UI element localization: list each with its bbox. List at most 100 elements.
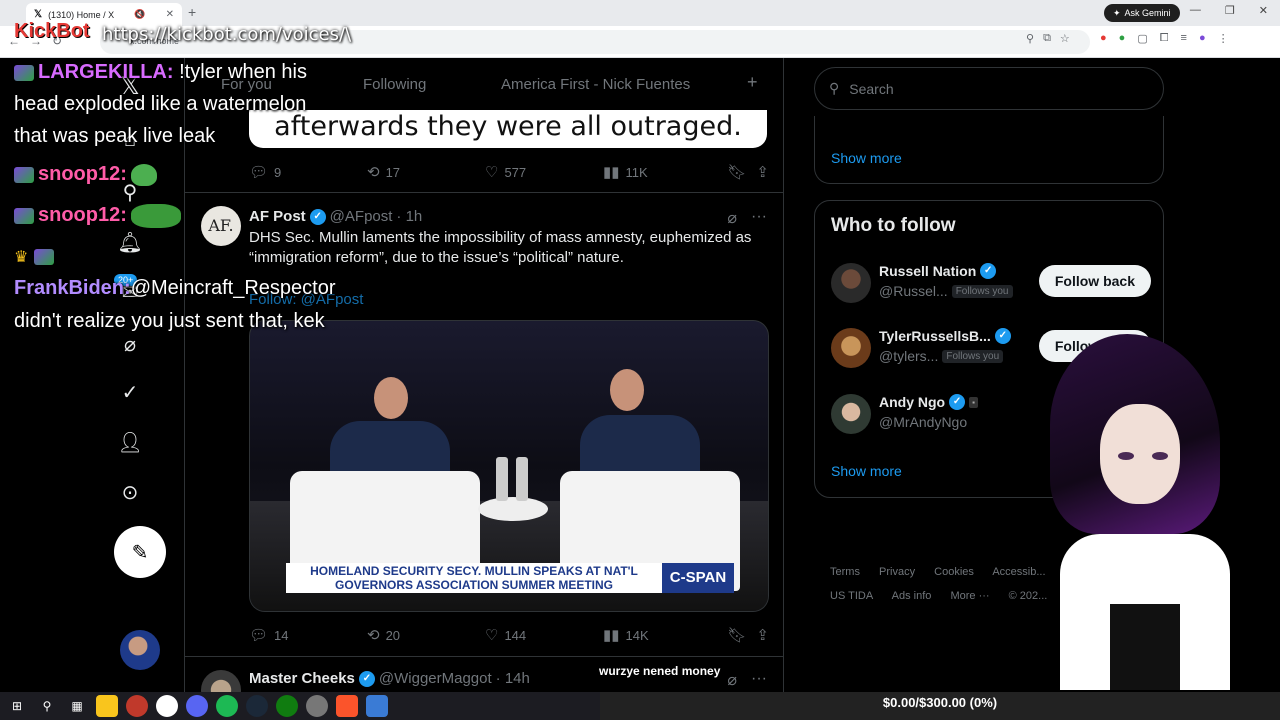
post-divider [185, 192, 783, 193]
post-author-name[interactable]: AF Post [249, 208, 306, 225]
ask-gemini-button[interactable]: ✦ Ask Gemini [1104, 4, 1180, 22]
post-time[interactable]: · 1h [396, 208, 422, 225]
post-video[interactable]: HOMELAND SECURITY SECY. MULLIN SPEAKS AT… [249, 320, 769, 612]
zoom-icon[interactable]: ⚲ [1026, 32, 1034, 45]
close-window-button[interactable]: ✕ [1259, 4, 1268, 17]
post-author-name[interactable]: Master Cheeks [249, 670, 355, 687]
water-bottle [516, 457, 528, 501]
more-icon[interactable]: ⊙ [118, 480, 142, 504]
reply-count: 9 [274, 164, 282, 180]
grok-icon[interactable]: ⌀ [727, 670, 737, 690]
notifications-icon[interactable]: 🔔︎ [117, 230, 142, 254]
footer-link[interactable]: Privacy [879, 566, 915, 578]
suggestion-avatar[interactable] [831, 394, 871, 434]
suggestion-avatar[interactable] [831, 263, 871, 303]
like-count: 144 [504, 627, 527, 643]
profile-icon[interactable]: 👤︎ [117, 430, 142, 454]
obs-icon[interactable] [126, 695, 148, 717]
footer-link[interactable]: Ads info [892, 590, 932, 602]
post-author-handle[interactable]: @WiggerMaggot [379, 670, 492, 687]
profile-icon[interactable]: ● [1199, 32, 1206, 45]
post-time[interactable]: · 14h [496, 670, 530, 687]
tab-close-icon[interactable]: ✕ [166, 9, 174, 20]
extension-icon[interactable]: ● [1100, 32, 1107, 45]
app-icon[interactable] [306, 695, 328, 717]
repost-button[interactable]: ⟲ 17 [367, 163, 485, 181]
tab-following[interactable]: Following [363, 76, 426, 93]
extension-icon[interactable]: ▢ [1137, 32, 1147, 45]
views-button[interactable]: ▮▮ 11K [603, 163, 721, 181]
show-more-link[interactable]: Show more [831, 463, 902, 479]
show-more-link[interactable]: Show more [831, 150, 902, 166]
compose-post-button[interactable]: ✎ [114, 526, 166, 578]
bookmark-star-icon[interactable]: ☆ [1060, 32, 1070, 45]
share-icon[interactable]: ⇪ [756, 626, 769, 644]
windows-start-icon[interactable]: ⊞ [6, 695, 28, 717]
post-actions: 💬︎ 14 ⟲ 20 ♡ 144 ▮▮ 14K 🔖︎ ⇪ [249, 625, 769, 645]
kebab-menu-icon[interactable]: ⋮ [1218, 32, 1229, 45]
bookmark-icon[interactable]: 🔖︎ [727, 626, 746, 644]
footer-link[interactable]: US TIDA [830, 590, 873, 602]
search-input[interactable]: ⚲ Search [814, 67, 1164, 110]
post-header: AF Post ✓ @AFpost · 1h [249, 208, 422, 225]
suggestion-handle: @MrAndyNgo [879, 414, 968, 430]
footer-link[interactable]: Cookies [934, 566, 974, 578]
brave-icon[interactable] [336, 695, 358, 717]
verified-badge-icon: ✓ [358, 670, 375, 687]
like-button[interactable]: ♡ 577 [485, 163, 603, 181]
reply-button[interactable]: 💬︎ 14 [249, 626, 367, 644]
account-avatar[interactable] [120, 630, 160, 670]
maximize-button[interactable]: ❐ [1225, 4, 1235, 17]
puzzle-icon[interactable]: ⧠ [1160, 32, 1169, 45]
verified-orgs-icon[interactable]: ✓ [118, 380, 142, 404]
share-icon[interactable]: ⇪ [756, 163, 769, 181]
more-options-icon[interactable]: ··· [751, 670, 767, 690]
chat-text: head exploded like a watermelon [14, 93, 307, 115]
menu-icon[interactable]: ≡ [1181, 32, 1187, 45]
task-view-icon[interactable]: ▦ [66, 695, 88, 717]
suggestion-name[interactable]: Andy Ngo [879, 394, 945, 410]
vtube-studio-icon[interactable] [366, 695, 388, 717]
views-button[interactable]: ▮▮ 14K [603, 626, 721, 644]
follow-back-button[interactable]: Follow back [1038, 265, 1151, 297]
suggestion-name[interactable]: Russell Nation [879, 263, 976, 279]
chat-text: !tyler when his [179, 61, 307, 83]
avatar-corset [1110, 604, 1180, 690]
tab-title: (1310) Home / X [48, 9, 115, 20]
footer-link[interactable]: Terms [830, 566, 860, 578]
bookmark-icon[interactable]: 🔖︎ [727, 163, 746, 181]
footer-link[interactable]: More ··· [950, 590, 989, 602]
tab-america-first[interactable]: America First - Nick Fuentes [501, 76, 690, 93]
repost-button[interactable]: ⟲ 20 [367, 626, 485, 644]
more-options-icon[interactable]: ··· [751, 208, 767, 228]
spotify-icon[interactable] [216, 695, 238, 717]
xbox-icon[interactable] [276, 695, 298, 717]
new-tab-icon[interactable]: + [188, 4, 196, 20]
search-icon[interactable]: ⚲ [36, 695, 58, 717]
views-icon: ▮▮ [603, 627, 620, 644]
avatar-eye [1118, 452, 1134, 460]
suggestion-row[interactable]: Russell Nation ✓ @Russel... Follows you Fo… [831, 263, 1151, 307]
steam-icon[interactable] [246, 695, 268, 717]
discord-icon[interactable] [186, 695, 208, 717]
file-explorer-icon[interactable] [96, 695, 118, 717]
suggestion-name[interactable]: TylerRussellsB... [879, 328, 991, 344]
chat-message: snoop12: [14, 199, 181, 231]
grok-icon[interactable]: ⌀ [727, 208, 737, 228]
add-tab-icon[interactable]: + [747, 72, 758, 93]
extension-icon[interactable]: ● [1119, 32, 1126, 45]
mute-icon[interactable]: 🔇 [134, 9, 145, 20]
view-count: 11K [625, 164, 648, 180]
trends-panel: Show more [814, 116, 1164, 184]
install-icon[interactable]: ⧉ [1043, 32, 1051, 45]
timeline: For you Following America First - Nick F… [184, 58, 784, 692]
chrome-icon[interactable] [156, 695, 178, 717]
post-avatar[interactable]: AF. [201, 206, 241, 246]
minimize-button[interactable]: — [1190, 4, 1201, 17]
footer-link[interactable]: Accessib... [992, 566, 1045, 578]
like-button[interactable]: ♡ 144 [485, 626, 603, 644]
suggestion-avatar[interactable] [831, 328, 871, 368]
post-avatar[interactable] [201, 670, 241, 692]
post-author-handle[interactable]: @AFpost [330, 208, 393, 225]
reply-button[interactable]: 💬︎ 9 [249, 163, 367, 181]
